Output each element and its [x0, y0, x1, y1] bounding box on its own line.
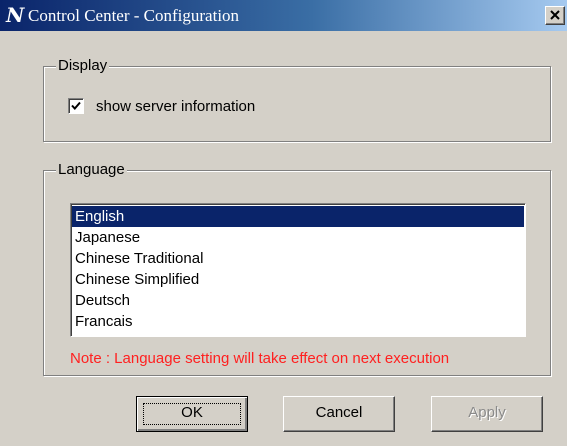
ok-button[interactable]: OK [136, 396, 248, 432]
language-option-japanese[interactable]: Japanese [72, 227, 524, 248]
language-option-chinese-traditional[interactable]: Chinese Traditional [72, 248, 524, 269]
checkmark-icon [71, 101, 81, 110]
close-icon [550, 10, 560, 20]
title-bar[interactable]: N Control Center - Configuration [0, 0, 567, 31]
app-logo-icon: N [6, 3, 25, 27]
language-group: Language English Japanese Chinese Tradit… [43, 160, 551, 376]
language-group-title: Language [56, 160, 127, 180]
configuration-dialog: N Control Center - Configuration Display… [0, 0, 567, 446]
language-listbox[interactable]: English Japanese Chinese Traditional Chi… [70, 203, 526, 337]
show-server-info-checkbox[interactable] [68, 98, 84, 114]
close-button[interactable] [545, 6, 565, 25]
cancel-button-label: Cancel [315, 404, 363, 421]
window-title: Control Center - Configuration [28, 6, 240, 25]
apply-button[interactable]: Apply [431, 396, 543, 432]
show-server-info-label[interactable]: show server information [96, 97, 255, 117]
display-group: Display show server information [43, 56, 551, 142]
focus-rectangle [143, 403, 241, 425]
display-group-title: Display [56, 56, 110, 76]
language-option-chinese-simplified[interactable]: Chinese Simplified [72, 269, 524, 290]
language-option-deutsch[interactable]: Deutsch [72, 290, 524, 311]
language-option-francais[interactable]: Francais [72, 311, 524, 332]
language-note: Note : Language setting will take effect… [70, 350, 450, 367]
apply-button-label: Apply [468, 404, 506, 421]
cancel-button[interactable]: Cancel [283, 396, 395, 432]
language-option-english[interactable]: English [72, 206, 524, 227]
